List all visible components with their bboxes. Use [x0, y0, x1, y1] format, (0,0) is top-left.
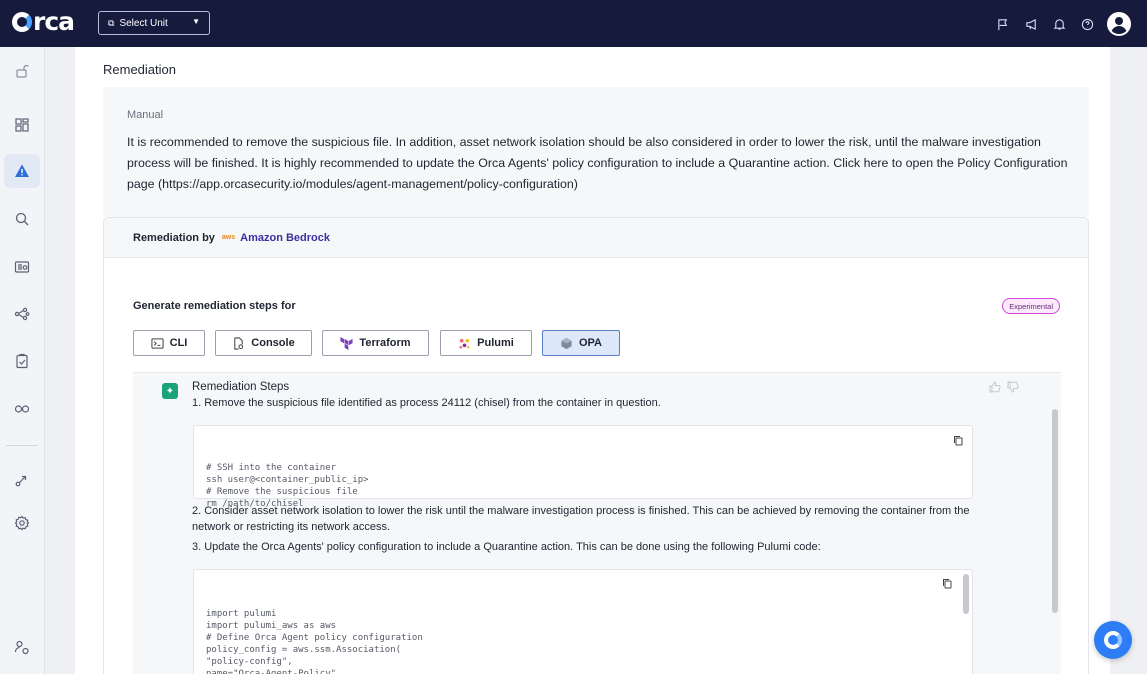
flag-icon[interactable]: [989, 10, 1017, 38]
sidebar-divider: [6, 445, 38, 446]
step-3: 3. Update the Orca Agents' policy config…: [192, 541, 821, 553]
unlock-icon[interactable]: [4, 54, 40, 88]
unit-select-label: Select Unit: [119, 17, 168, 29]
share-icon[interactable]: [4, 463, 40, 497]
tool-label: Terraform: [359, 337, 411, 349]
steps-title: Remediation Steps: [192, 381, 290, 393]
integrations-icon[interactable]: [4, 391, 40, 425]
help-icon[interactable]: [1073, 10, 1101, 38]
code-scrollbar[interactable]: [963, 574, 969, 614]
user-avatar-icon[interactable]: [1107, 12, 1131, 36]
tool-cli-button[interactable]: CLI: [133, 330, 205, 356]
dashboard-icon[interactable]: [4, 108, 40, 142]
tool-opa-button[interactable]: OPA: [542, 330, 620, 356]
thumbs-down-icon[interactable]: [1007, 381, 1019, 393]
search-icon[interactable]: [4, 202, 40, 236]
bedrock-header: Remediation by aws Amazon Bedrock: [104, 218, 1088, 258]
manual-remediation: Manual It is recommended to remove the s…: [103, 87, 1089, 217]
console-icon: [234, 336, 244, 350]
manual-text: It is recommended to remove the suspicio…: [127, 135, 1068, 191]
terraform-icon: [340, 336, 353, 350]
tool-label: OPA: [578, 337, 603, 349]
bedrock-name: Amazon Bedrock: [240, 231, 330, 244]
step-1: 1. Remove the suspicious file identified…: [192, 397, 661, 409]
bell-icon[interactable]: [1045, 10, 1073, 38]
code-content: # SSH into the container ssh user@<conta…: [206, 463, 369, 509]
compliance-icon[interactable]: [4, 344, 40, 378]
ai-assistant-icon: ✦: [162, 383, 178, 399]
tool-label: Pulumi: [477, 337, 514, 349]
panel-scrollbar[interactable]: [1052, 409, 1058, 613]
code-content: import pulumi import pulumi_aws as aws #…: [206, 609, 423, 674]
bedrock-prefix: Remediation by: [133, 231, 215, 244]
megaphone-icon[interactable]: [1017, 10, 1045, 38]
alerts-icon[interactable]: [4, 154, 40, 188]
code-block-2: import pulumi import pulumi_aws as aws #…: [193, 569, 973, 674]
main-panel: Remediation Manual It is recommended to …: [75, 47, 1110, 674]
tool-terraform-button[interactable]: Terraform: [322, 330, 429, 356]
unit-select[interactable]: ⧉ Select Unit ▼: [98, 11, 210, 35]
tool-label: Console: [251, 337, 295, 349]
bedrock-card: Remediation by aws Amazon Bedrock Genera…: [103, 217, 1089, 674]
settings-icon[interactable]: [4, 506, 40, 540]
chat-icon: [1104, 631, 1122, 649]
chat-assistant-button[interactable]: [1094, 621, 1132, 659]
tool-label: CLI: [169, 337, 188, 349]
section-title: Remediation: [103, 62, 176, 77]
tool-console-button[interactable]: Console: [215, 330, 312, 356]
copy-icon[interactable]: [953, 435, 963, 446]
user-settings-icon[interactable]: [4, 630, 40, 664]
graph-icon[interactable]: [4, 297, 40, 331]
generate-label: Generate remediation steps for: [133, 300, 296, 312]
code-block-1: # SSH into the container ssh user@<conta…: [193, 425, 973, 509]
copy-icon[interactable]: [942, 578, 952, 589]
caret-down-icon: ▼: [192, 17, 200, 26]
experimental-badge: Experimental: [1002, 298, 1060, 314]
manual-label: Manual: [127, 109, 164, 121]
inventory-icon[interactable]: [4, 250, 40, 284]
pulumi-icon: [459, 338, 470, 349]
step-2: 2. Consider asset network isolation to l…: [192, 505, 970, 533]
remediation-steps-panel: ✦ Remediation Steps 1. Remove the suspic…: [133, 372, 1061, 674]
top-bar: rca ⧉ Select Unit ▼: [0, 0, 1147, 47]
thumbs-up-icon[interactable]: [989, 381, 1001, 393]
tool-pulumi-button[interactable]: Pulumi: [440, 330, 532, 356]
unit-icon: ⧉: [108, 17, 115, 28]
orca-logo[interactable]: rca: [12, 7, 75, 36]
opa-icon: [561, 337, 572, 349]
sidebar: [0, 47, 45, 674]
terminal-icon: [151, 337, 164, 349]
aws-logo: aws: [221, 234, 236, 241]
